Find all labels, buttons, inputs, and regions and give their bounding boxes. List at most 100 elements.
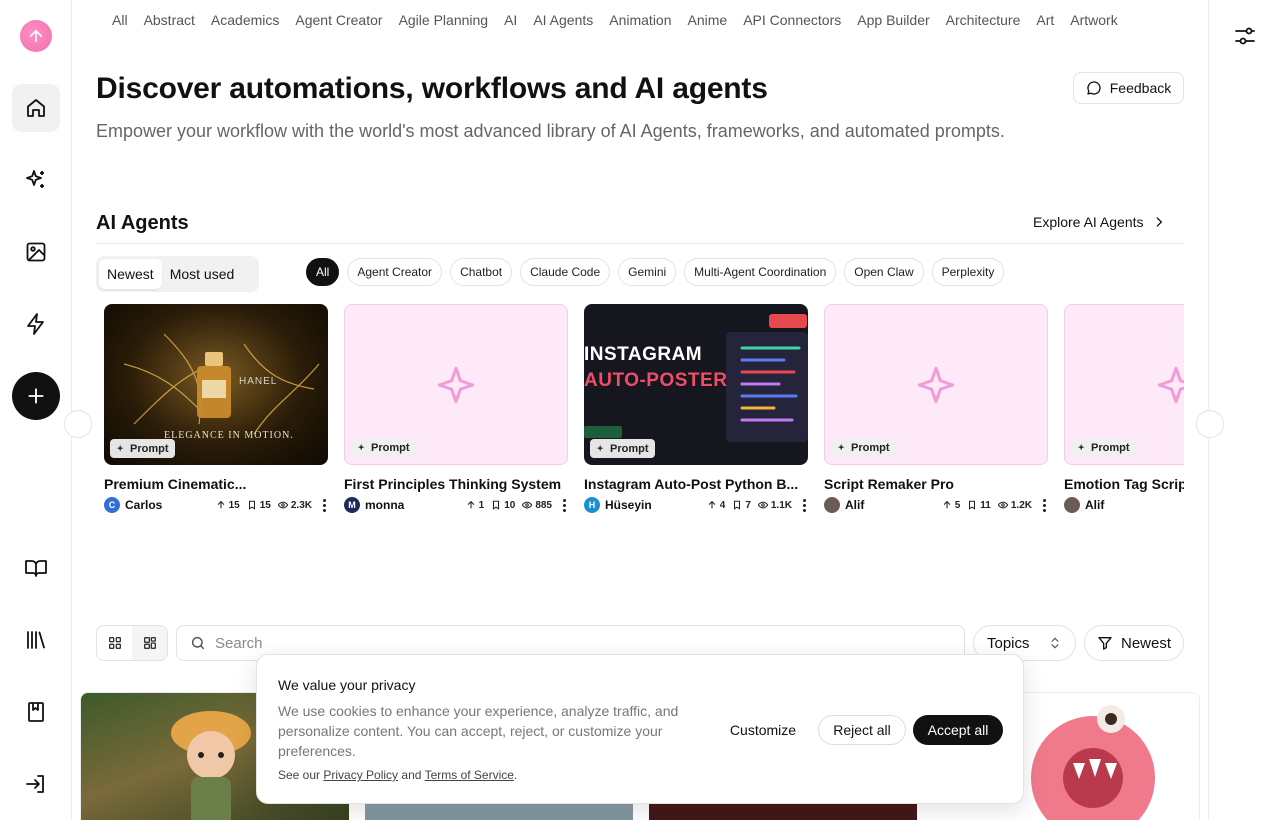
explore-label: Explore AI Agents bbox=[1033, 214, 1144, 230]
category-chip[interactable]: Claude Code bbox=[520, 258, 611, 286]
bookmark-icon bbox=[248, 500, 255, 510]
agent-card[interactable]: INSTAGRAM AUTO-POSTER Prompt Instagram A… bbox=[584, 304, 808, 513]
bookmark-book-icon[interactable] bbox=[12, 688, 60, 736]
agent-card[interactable]: HANEL ELEGANCE IN MOTION. Prompt Premium… bbox=[104, 304, 328, 513]
carousel-next-button[interactable] bbox=[1196, 410, 1224, 438]
topics-select-label: Topics bbox=[987, 634, 1030, 652]
badge-label: Prompt bbox=[1091, 441, 1130, 454]
upvote-stat[interactable]: 15 bbox=[216, 500, 240, 511]
thumb-heading: INSTAGRAM bbox=[584, 344, 703, 365]
avatar bbox=[1064, 497, 1080, 513]
agent-card[interactable]: Prompt First Principles Thinking System … bbox=[344, 304, 568, 513]
bookmark-icon bbox=[734, 500, 741, 510]
feedback-button[interactable]: Feedback bbox=[1073, 72, 1184, 104]
reject-all-button[interactable]: Reject all bbox=[818, 715, 906, 745]
category-chip[interactable]: Multi-Agent Coordination bbox=[684, 258, 837, 286]
view-count: 1.2K bbox=[1010, 499, 1032, 511]
save-count: 15 bbox=[259, 499, 271, 511]
grid-view-button[interactable] bbox=[97, 626, 132, 660]
category-chip[interactable]: Perplexity bbox=[931, 258, 1005, 286]
save-stat[interactable]: 15 bbox=[247, 500, 271, 511]
feedback-label: Feedback bbox=[1109, 80, 1172, 96]
sparkle-icon bbox=[837, 443, 845, 450]
save-count: 7 bbox=[745, 499, 751, 511]
thumb-caption: ELEGANCE IN MOTION. bbox=[164, 430, 294, 441]
more-icon[interactable] bbox=[320, 498, 328, 512]
category-chip[interactable]: All bbox=[306, 258, 340, 286]
topic-link[interactable]: Architecture bbox=[946, 12, 1021, 28]
customize-button[interactable]: Customize bbox=[719, 715, 807, 745]
topic-link[interactable]: Agile Planning bbox=[399, 12, 489, 28]
upvote-stat[interactable]: 5 bbox=[942, 499, 961, 511]
badge-label: Prompt bbox=[130, 442, 169, 455]
topic-link[interactable]: Artwork bbox=[1070, 12, 1117, 28]
category-chip[interactable]: Chatbot bbox=[450, 258, 513, 286]
more-icon[interactable] bbox=[800, 498, 808, 512]
topics-bar: All Abstract Academics Agent Creator Agile P… bbox=[104, 0, 1194, 40]
category-chip[interactable]: Gemini bbox=[618, 258, 677, 286]
author-name: Alif bbox=[1085, 498, 1105, 512]
sparkle-icon bbox=[357, 443, 365, 450]
more-icon[interactable] bbox=[560, 498, 568, 512]
card-meta: C Carlos 15 15 2.3K bbox=[104, 497, 328, 513]
prompt-badge: Prompt bbox=[590, 439, 655, 458]
card-title: Instagram Auto-Post Python B... bbox=[584, 476, 799, 492]
save-count: 10 bbox=[504, 499, 516, 511]
explore-agents-link[interactable]: Explore AI Agents bbox=[1033, 214, 1166, 230]
more-icon[interactable] bbox=[1040, 498, 1048, 512]
topic-link[interactable]: Academics bbox=[211, 12, 279, 28]
eye-icon bbox=[277, 501, 288, 509]
save-stat[interactable]: 11 bbox=[967, 500, 991, 511]
view-count: 885 bbox=[535, 499, 552, 511]
save-stat[interactable]: 7 bbox=[732, 500, 751, 511]
upvote-count: 5 bbox=[954, 499, 961, 511]
upvote-stat[interactable]: 1 bbox=[466, 500, 484, 511]
sliders-icon[interactable] bbox=[1233, 24, 1257, 48]
create-button[interactable] bbox=[12, 372, 60, 420]
topic-link[interactable]: App Builder bbox=[857, 12, 929, 28]
sort-newest[interactable]: Newest bbox=[99, 259, 162, 289]
category-chip[interactable]: Agent Creator bbox=[347, 258, 443, 286]
prompt-badge: Prompt bbox=[351, 438, 416, 457]
avatar bbox=[824, 497, 840, 513]
book-open-icon[interactable] bbox=[12, 544, 60, 592]
agent-card[interactable]: Prompt Emotion Tag Script Alif 4 bbox=[1064, 304, 1184, 513]
privacy-policy-link[interactable]: Privacy Policy bbox=[323, 768, 398, 782]
agent-card[interactable]: Prompt Script Remaker Pro Alif 5 11 1.2K bbox=[824, 304, 1048, 513]
avatar: C bbox=[104, 497, 120, 513]
newest-label: Newest bbox=[1120, 634, 1172, 652]
image-icon[interactable] bbox=[12, 228, 60, 276]
category-chip[interactable]: Open Claw bbox=[844, 258, 924, 286]
sign-in-icon[interactable] bbox=[12, 760, 60, 808]
topic-link[interactable]: AI bbox=[504, 12, 517, 28]
upvote-stat[interactable]: 4 bbox=[707, 500, 725, 511]
topic-link[interactable]: AI Agents bbox=[533, 12, 593, 28]
library-icon[interactable] bbox=[12, 616, 60, 664]
lightning-icon[interactable] bbox=[12, 300, 60, 348]
right-rail bbox=[1208, 0, 1280, 820]
topic-link[interactable]: API Connectors bbox=[743, 12, 841, 28]
chat-bubble-icon bbox=[1087, 81, 1101, 95]
topic-link[interactable]: Abstract bbox=[144, 12, 195, 28]
topic-link[interactable]: All bbox=[112, 12, 128, 28]
logo-icon[interactable] bbox=[20, 20, 52, 52]
topic-link[interactable]: Agent Creator bbox=[295, 12, 382, 28]
sparkles-icon[interactable] bbox=[12, 156, 60, 204]
home-icon[interactable] bbox=[12, 84, 60, 132]
topic-link[interactable]: Animation bbox=[609, 12, 671, 28]
sort-newest-button[interactable]: Newest bbox=[1084, 625, 1184, 661]
cookie-links: See our Privacy Policy and Terms of Serv… bbox=[278, 768, 517, 782]
search-input[interactable] bbox=[215, 634, 915, 652]
carousel-prev-button[interactable] bbox=[64, 410, 92, 438]
card-meta: M monna 1 10 885 bbox=[344, 497, 568, 513]
compact-grid-view-button[interactable] bbox=[132, 626, 167, 660]
topic-link[interactable]: Anime bbox=[688, 12, 728, 28]
page-subtitle: Empower your workflow with the world's m… bbox=[96, 121, 1005, 141]
topic-link[interactable]: Art bbox=[1036, 12, 1054, 28]
terms-of-service-link[interactable]: Terms of Service bbox=[425, 768, 514, 782]
accept-all-button[interactable]: Accept all bbox=[913, 715, 1003, 745]
save-stat[interactable]: 10 bbox=[491, 500, 515, 511]
sort-most-used[interactable]: Most used bbox=[162, 259, 243, 289]
grid-compact-icon bbox=[143, 637, 156, 649]
badge-label: Prompt bbox=[610, 442, 649, 455]
